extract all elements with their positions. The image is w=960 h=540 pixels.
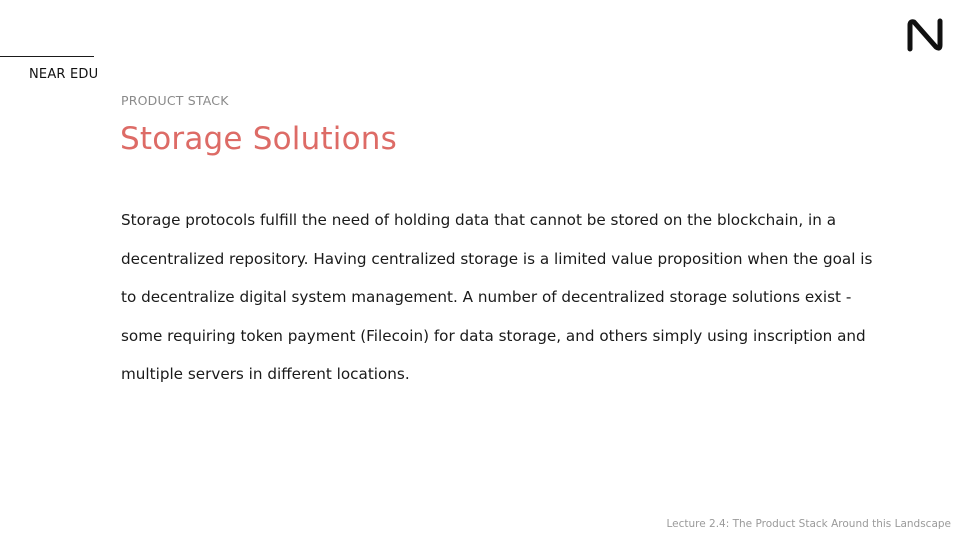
slide-title: Storage Solutions (120, 121, 397, 157)
lecture-footer: Lecture 2.4: The Product Stack Around th… (666, 518, 951, 530)
near-logo-icon (907, 18, 943, 52)
section-label: PRODUCT STACK (121, 93, 229, 108)
header-divider (0, 56, 94, 57)
slide-body-text: Storage protocols fulfill the need of ho… (121, 211, 873, 384)
brand-label: NEAR EDU (29, 67, 99, 82)
